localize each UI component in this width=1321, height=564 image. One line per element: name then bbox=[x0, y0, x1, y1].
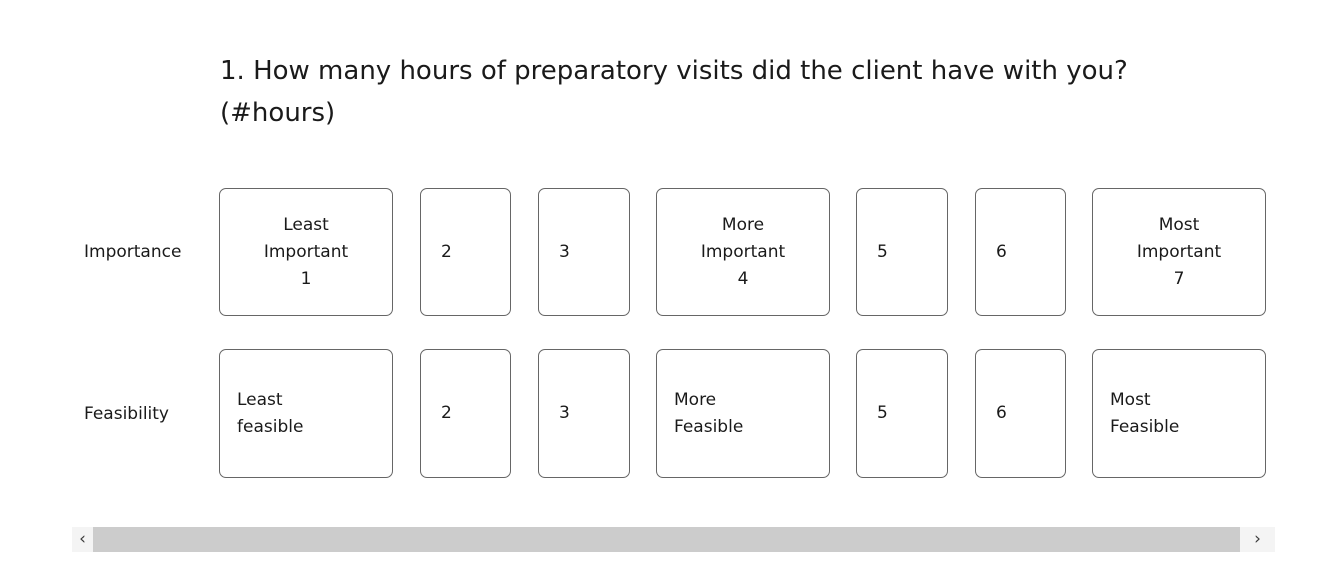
horizontal-scrollbar[interactable]: ‹ › bbox=[72, 527, 1275, 552]
scrollbar-thumb[interactable] bbox=[93, 527, 1240, 552]
matrix-row-feasibility: Feasibility Least feasible 2 3 More Feas… bbox=[0, 349, 1321, 478]
cell-label: 5 bbox=[877, 241, 888, 262]
cell-label: Most Feasible bbox=[1110, 389, 1180, 437]
cell-feasibility-1[interactable]: Least feasible bbox=[219, 349, 393, 478]
chevron-left-icon[interactable]: ‹ bbox=[72, 527, 93, 552]
cell-importance-2[interactable]: 2 bbox=[420, 188, 511, 316]
cell-label: 2 bbox=[441, 403, 452, 423]
cell-importance-3[interactable]: 3 bbox=[538, 188, 630, 316]
cell-importance-1[interactable]: Least Important 1 bbox=[219, 188, 393, 316]
cell-label: More Feasible bbox=[674, 389, 744, 437]
cell-importance-5[interactable]: 5 bbox=[856, 188, 948, 316]
cell-importance-4[interactable]: More Important 4 bbox=[656, 188, 830, 316]
cell-importance-6[interactable]: 6 bbox=[975, 188, 1066, 316]
cell-label: 2 bbox=[441, 241, 452, 262]
question-title: 1. How many hours of preparatory visits … bbox=[220, 56, 1128, 128]
cell-label: 3 bbox=[559, 241, 570, 262]
cell-feasibility-7[interactable]: Most Feasible bbox=[1092, 349, 1266, 478]
cell-label: 6 bbox=[996, 241, 1007, 262]
cell-label: Least Important 1 bbox=[263, 214, 349, 289]
cell-importance-7[interactable]: Most Important 7 bbox=[1092, 188, 1266, 316]
rating-matrix: Importance Least Important 1 2 3 More Im… bbox=[0, 188, 1321, 478]
row-label-importance: Importance bbox=[84, 242, 182, 262]
cell-label: Most Important 7 bbox=[1136, 214, 1222, 289]
cell-label: More Important 4 bbox=[700, 214, 786, 289]
cell-feasibility-3[interactable]: 3 bbox=[538, 349, 630, 478]
scrollbar-track[interactable] bbox=[93, 527, 1240, 552]
cell-label: 5 bbox=[877, 403, 888, 423]
matrix-row-importance: Importance Least Important 1 2 3 More Im… bbox=[0, 188, 1321, 316]
cell-label: 3 bbox=[559, 403, 570, 423]
chevron-right-icon[interactable]: › bbox=[1240, 527, 1275, 552]
cell-label: Least feasible bbox=[237, 389, 304, 437]
cell-feasibility-4[interactable]: More Feasible bbox=[656, 349, 830, 478]
cell-feasibility-5[interactable]: 5 bbox=[856, 349, 948, 478]
cell-feasibility-6[interactable]: 6 bbox=[975, 349, 1066, 478]
cell-label: 6 bbox=[996, 403, 1007, 423]
row-label-feasibility: Feasibility bbox=[84, 403, 169, 424]
cell-feasibility-2[interactable]: 2 bbox=[420, 349, 511, 478]
